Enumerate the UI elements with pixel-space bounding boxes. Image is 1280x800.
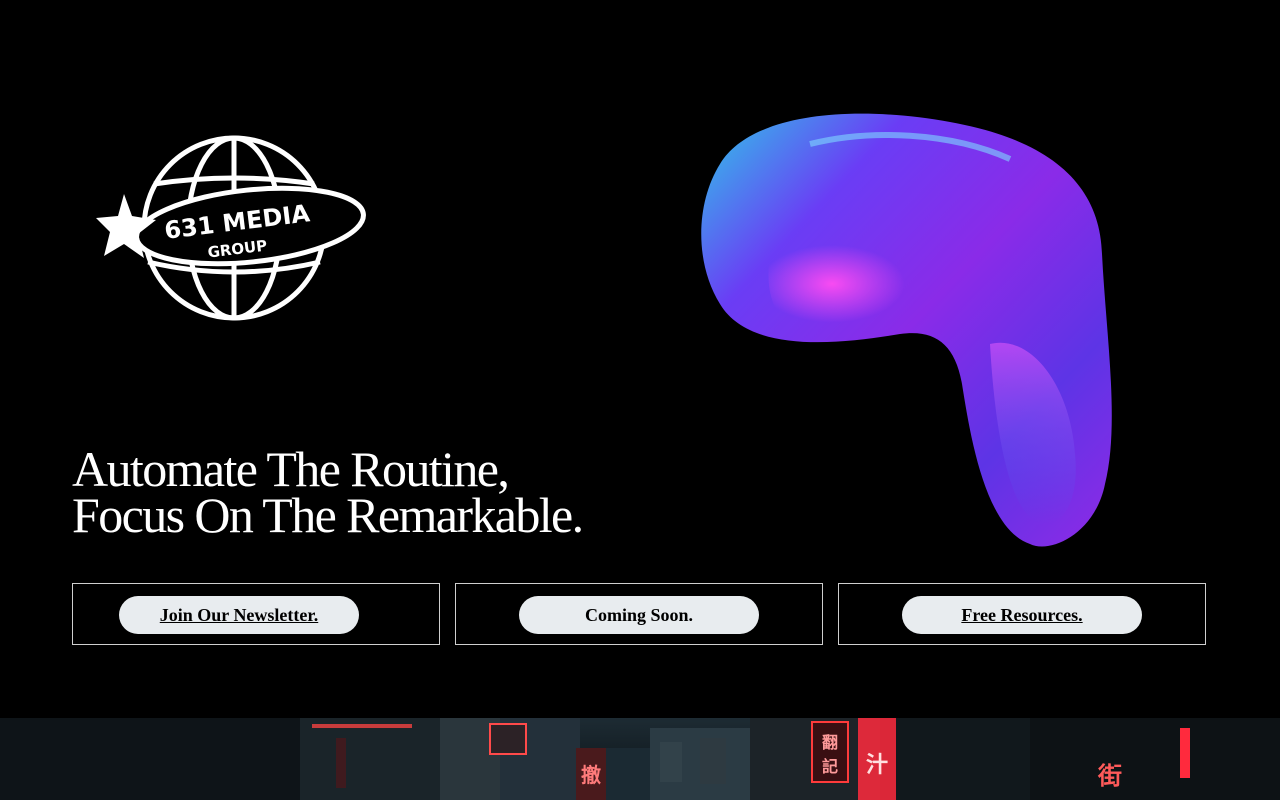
coming-soon-button[interactable]: Coming Soon. bbox=[519, 596, 759, 634]
globe-logo-icon: 631 MEDIA GROUP bbox=[96, 135, 366, 321]
headline-line-2: Focus On The Remarkable. bbox=[72, 487, 584, 543]
newsletter-card: Join Our Newsletter. bbox=[72, 583, 440, 645]
svg-text:記: 記 bbox=[822, 757, 838, 776]
hero-3d-blob bbox=[690, 104, 1130, 554]
cta-row: Join Our Newsletter. Coming Soon. Free R… bbox=[72, 583, 1208, 647]
headline-line-1: Automate The Routine, bbox=[72, 441, 510, 497]
svg-text:翻: 翻 bbox=[822, 733, 838, 752]
svg-text:汁: 汁 bbox=[866, 753, 888, 778]
hero-headline: Automate The Routine, Focus On The Remar… bbox=[72, 441, 584, 543]
brand-logo[interactable]: 631 MEDIA GROUP bbox=[92, 132, 368, 328]
free-resources-button[interactable]: Free Resources. bbox=[902, 596, 1142, 634]
svg-text:街: 街 bbox=[1097, 762, 1122, 790]
resources-card: Free Resources. bbox=[838, 583, 1206, 645]
coming-soon-card: Coming Soon. bbox=[455, 583, 823, 645]
join-newsletter-button[interactable]: Join Our Newsletter. bbox=[119, 596, 359, 634]
city-neon-banner-image: 撤 翻 記 汁 街 bbox=[0, 718, 1280, 800]
svg-text:撤: 撤 bbox=[581, 763, 601, 787]
